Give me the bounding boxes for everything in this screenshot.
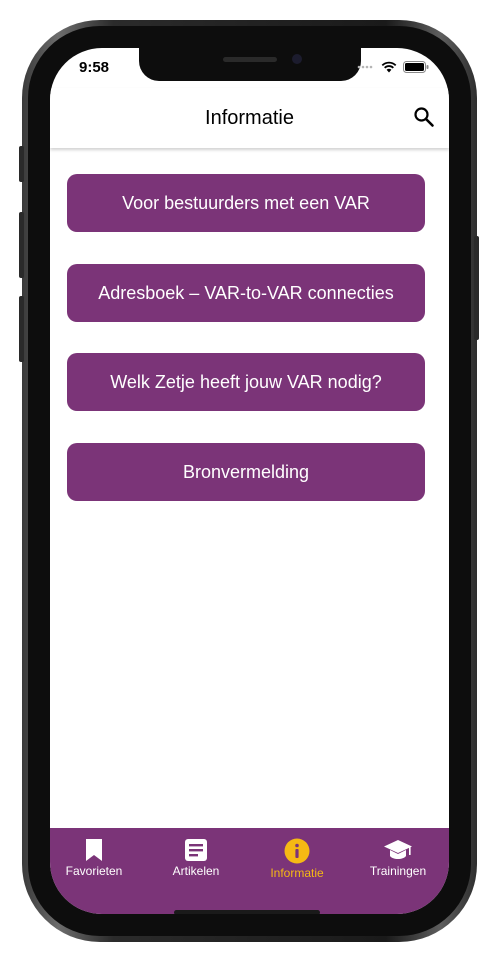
notch <box>139 48 361 81</box>
tab-informatie[interactable]: Informatie <box>252 838 342 880</box>
tab-artikelen[interactable]: Artikelen <box>151 838 241 878</box>
info-icon <box>284 838 310 864</box>
speaker-grille <box>223 57 277 62</box>
screen: 9:58 Informatie Voor bestuurders met een… <box>50 48 449 914</box>
bronvermelding-button[interactable]: Bronvermelding <box>67 443 425 501</box>
search-icon <box>414 107 434 127</box>
article-icon <box>185 839 207 861</box>
wifi-icon <box>381 61 397 73</box>
graduation-cap-icon <box>384 840 412 859</box>
status-icons <box>357 61 429 73</box>
power-button <box>474 236 479 340</box>
tab-trainingen[interactable]: Trainingen <box>353 838 443 878</box>
tab-label: Favorieten <box>65 864 123 878</box>
page-title: Informatie <box>205 107 294 129</box>
battery-icon <box>403 61 429 73</box>
home-indicator <box>174 910 320 914</box>
bookmark-icon <box>86 839 102 861</box>
tab-favorieten[interactable]: Favorieten <box>50 838 139 878</box>
signal-icon <box>357 65 373 69</box>
mute-switch <box>19 146 24 182</box>
tab-label: Artikelen <box>172 864 220 878</box>
welk-zetje-button[interactable]: Welk Zetje heeft jouw VAR nodig? <box>67 353 425 411</box>
front-camera <box>292 54 302 64</box>
tab-label: Trainingen <box>369 864 427 878</box>
app-bar: Informatie <box>50 88 449 148</box>
volume-up-button <box>19 212 24 278</box>
status-time: 9:58 <box>79 59 110 76</box>
tab-label: Informatie <box>270 866 324 880</box>
search-button[interactable] <box>413 106 435 128</box>
volume-down-button <box>19 296 24 362</box>
adresboek-button[interactable]: Adresboek – VAR-to-VAR connecties <box>67 264 425 322</box>
voor-bestuurders-button[interactable]: Voor bestuurders met een VAR <box>67 174 425 232</box>
bottom-tab-bar: Favorieten Artikelen Informatie Training… <box>50 828 449 914</box>
